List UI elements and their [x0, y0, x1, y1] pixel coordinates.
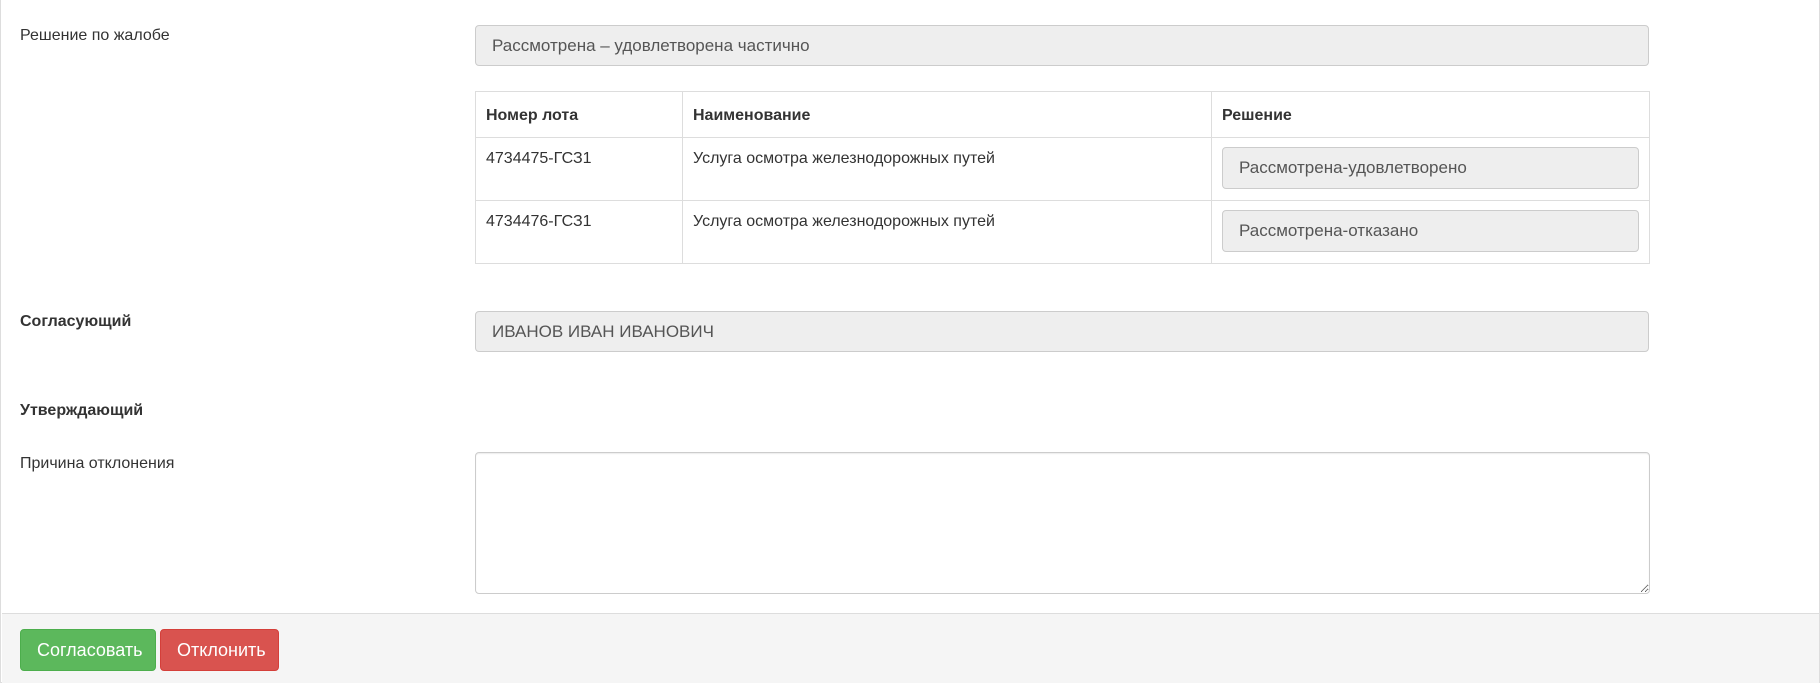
lot-name-cell: Услуга осмотра железнодорожных путей: [682, 200, 1212, 264]
lot-name-cell: Услуга осмотра железнодорожных путей: [682, 137, 1212, 201]
column-header-lot-number: Номер лота: [475, 91, 683, 138]
lot-decision-field: Рассмотрена-отказано: [1222, 210, 1639, 252]
table-row: 4734475-ГСЗ1 Услуга осмотра железнодорож…: [475, 137, 1650, 201]
complaint-decision-label: Решение по жалобе: [20, 27, 170, 44]
approver-label: Согласующий: [20, 313, 132, 330]
form-footer: Согласовать Отклонить: [2, 613, 1819, 683]
lot-number-cell: 4734475-ГСЗ1: [475, 137, 683, 201]
confirmer-label: Утверждающий: [20, 402, 144, 419]
rejection-reason-label: Причина отклонения: [20, 455, 175, 472]
complaint-form-panel: Решение по жалобе Рассмотрена – удовлетв…: [0, 0, 1820, 683]
lot-decision-cell: Рассмотрена-отказано: [1211, 200, 1650, 264]
complaint-decision-field: Рассмотрена – удовлетворена частично: [475, 25, 1649, 66]
table-row: 4734476-ГСЗ1 Услуга осмотра железнодорож…: [475, 200, 1650, 264]
column-header-decision: Решение: [1211, 91, 1650, 138]
lot-decision-cell: Рассмотрена-удовлетворено: [1211, 137, 1650, 201]
lot-decision-field: Рассмотрена-удовлетворено: [1222, 147, 1639, 189]
lots-table: Номер лота Наименование Решение 4734475-…: [475, 91, 1650, 264]
approve-button[interactable]: Согласовать: [20, 629, 156, 671]
table-header-row: Номер лота Наименование Решение: [475, 91, 1650, 138]
rejection-reason-textarea[interactable]: [475, 452, 1650, 594]
approver-field: ИВАНОВ ИВАН ИВАНОВИЧ: [475, 311, 1649, 352]
lot-number-cell: 4734476-ГСЗ1: [475, 200, 683, 264]
column-header-name: Наименование: [682, 91, 1212, 138]
reject-button[interactable]: Отклонить: [160, 629, 279, 671]
